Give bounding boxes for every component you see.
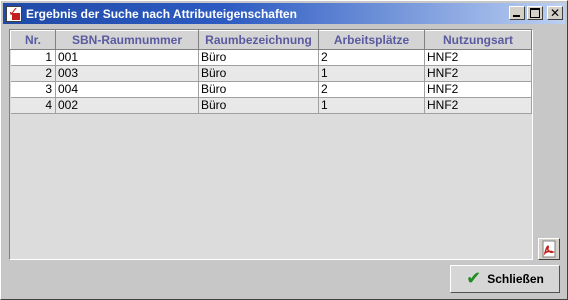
close-button[interactable]: ✔ Schließen [450,265,560,293]
cell-sbn-raumnummer: 002 [55,97,199,114]
cell-sbn-raumnummer: 003 [55,65,199,82]
cell-arbeitsplaetze: 2 [318,81,425,98]
cell-nutzungsart: HNF2 [424,97,532,114]
maximize-button[interactable] [527,6,543,20]
result-dialog: ✓ Ergebnis der Suche nach Attributeigens… [0,0,568,300]
cell-sbn-raumnummer: 004 [55,81,199,98]
cell-nr: 3 [10,81,56,98]
column-header-arbeitsplaetze[interactable]: Arbeitsplätze [318,30,425,50]
column-header-raumbezeichnung[interactable]: Raumbezeichnung [198,30,319,50]
table-row[interactable]: 4 002 Büro 1 HNF2 [10,97,532,114]
cell-arbeitsplaetze: 1 [318,65,425,82]
title-bar[interactable]: ✓ Ergebnis der Suche nach Attributeigens… [3,3,565,24]
cell-arbeitsplaetze: 1 [318,97,425,114]
results-table-frame: Nr. SBN-Raumnummer Raumbezeichnung Arbei… [9,29,533,260]
column-header-nutzungsart[interactable]: Nutzungsart [424,30,532,50]
cell-raumbezeichnung: Büro [198,97,319,114]
column-header-sbn-raumnummer[interactable]: SBN-Raumnummer [55,30,199,50]
close-button-label: Schließen [487,272,544,286]
table-header-row: Nr. SBN-Raumnummer Raumbezeichnung Arbei… [10,30,532,50]
window-controls: ✕ [509,6,563,20]
results-table: Nr. SBN-Raumnummer Raumbezeichnung Arbei… [10,30,532,114]
pdf-export-icon [542,240,556,258]
green-check-icon: ✔ [466,268,482,289]
cell-arbeitsplaetze: 2 [318,49,425,66]
cell-nutzungsart: HNF2 [424,49,532,66]
cell-raumbezeichnung: Büro [198,65,319,82]
cell-raumbezeichnung: Büro [198,49,319,66]
minimize-button[interactable] [509,6,525,20]
cell-nutzungsart: HNF2 [424,65,532,82]
pdf-export-button[interactable] [538,238,560,260]
cell-nr: 1 [10,49,56,66]
cell-sbn-raumnummer: 001 [55,49,199,66]
window-title: Ergebnis der Suche nach Attributeigensch… [26,6,297,21]
close-window-button[interactable]: ✕ [547,6,563,20]
cell-nr: 2 [10,65,56,82]
table-row[interactable]: 3 004 Büro 2 HNF2 [10,81,532,98]
table-row[interactable]: 2 003 Büro 1 HNF2 [10,65,532,82]
app-icon: ✓ [6,5,22,22]
column-header-nr[interactable]: Nr. [10,30,56,50]
table-row[interactable]: 1 001 Büro 2 HNF2 [10,49,532,66]
cell-raumbezeichnung: Büro [198,81,319,98]
cell-nutzungsart: HNF2 [424,81,532,98]
cell-nr: 4 [10,97,56,114]
